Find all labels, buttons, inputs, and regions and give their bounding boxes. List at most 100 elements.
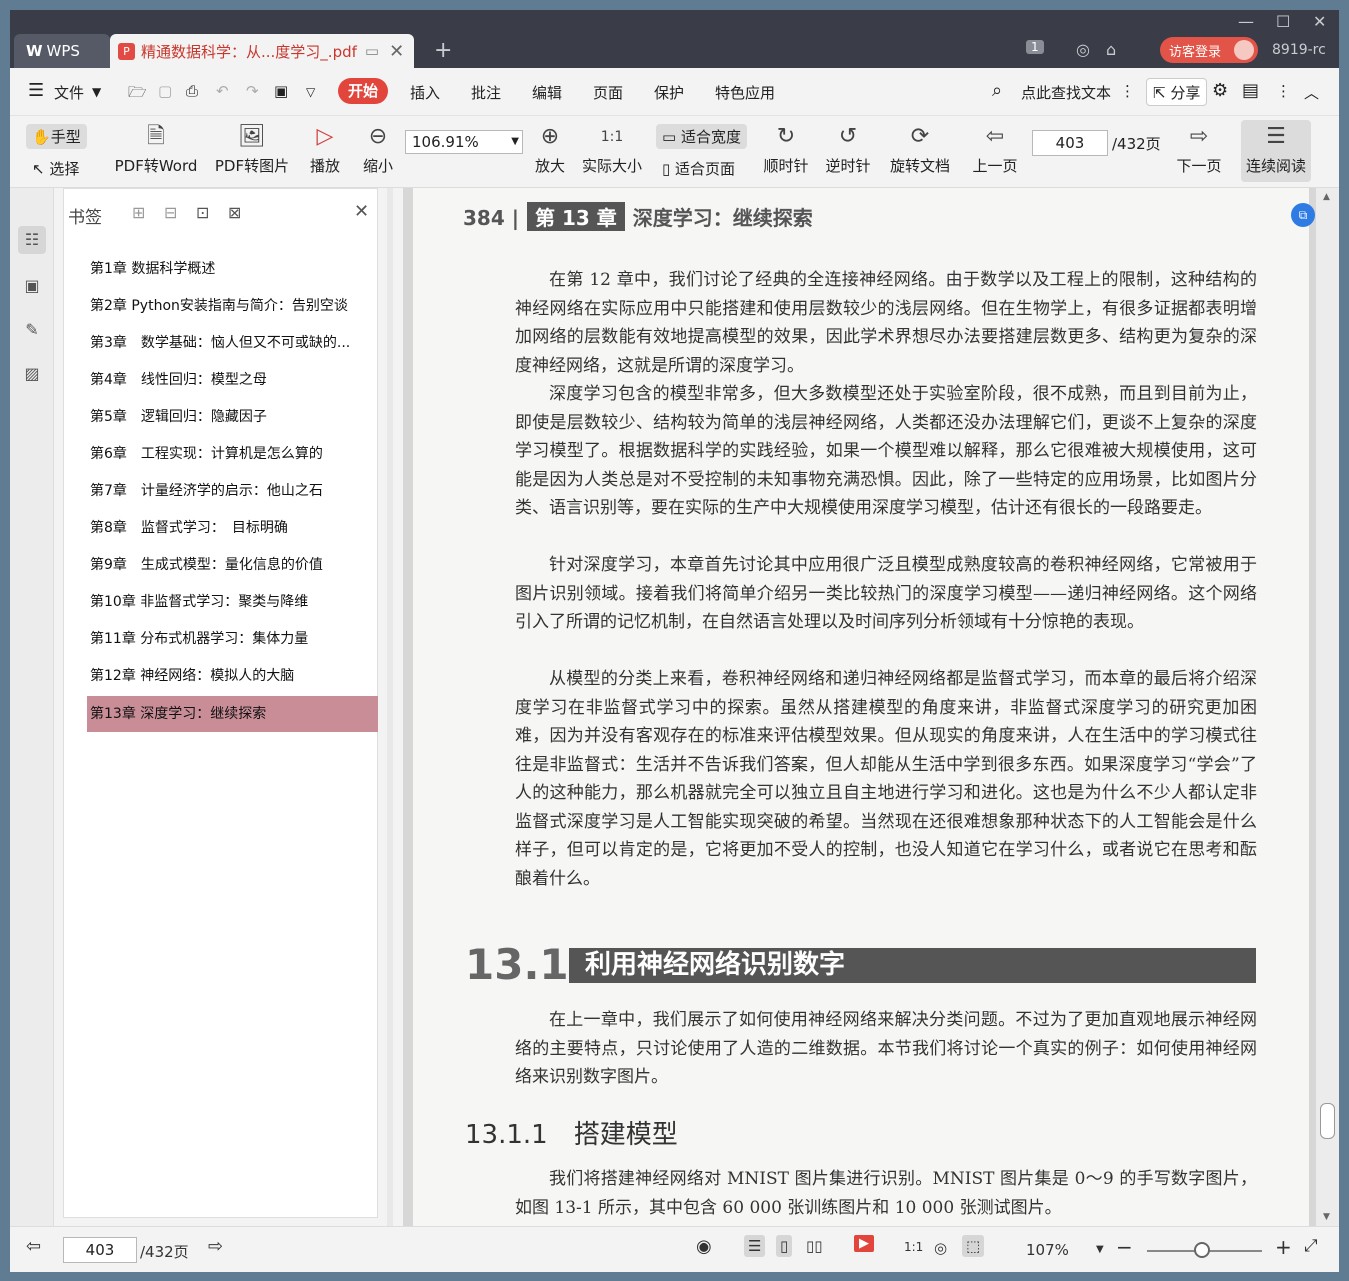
export-image-icon[interactable]: ▣ — [274, 82, 288, 100]
cloud-icon[interactable]: ◎ — [1076, 40, 1090, 59]
single-page-view-icon[interactable]: ▯ — [776, 1235, 793, 1257]
bookmark-item[interactable]: 第7章 计量经济学的启示：他山之石 — [87, 474, 378, 508]
tab-wps-home[interactable]: W WPS — [14, 34, 110, 68]
hand-tool-button[interactable]: ✋手型 — [26, 124, 87, 149]
more-dropdown-icon[interactable]: ▽ — [306, 85, 315, 99]
bookmark-item[interactable]: 第2章 Python安装指南与简介：告别空谈 — [87, 289, 378, 323]
fit-page-status-icon[interactable]: ◎ — [934, 1239, 947, 1257]
search-icon[interactable]: ⌕ — [992, 80, 1002, 101]
chevron-down-icon[interactable]: ▼ — [92, 85, 101, 99]
rotate-document-button[interactable]: ⟳ 旋转文档 — [888, 122, 952, 176]
next-page-arrow-icon[interactable]: ⇨ — [208, 1236, 223, 1257]
settings-gear-icon[interactable]: ⚙ — [1212, 80, 1228, 101]
next-page-button[interactable]: ⇨ 下一页 — [1174, 122, 1224, 176]
shirt-icon[interactable]: ⌂ — [1106, 40, 1116, 59]
status-zoom-value[interactable]: 107% — [1026, 1241, 1069, 1259]
fullscreen-icon[interactable]: ⤢ — [1304, 1236, 1318, 1256]
bookmark-item[interactable]: 第3章 数学基础：恼人但又不可或缺的... — [87, 326, 378, 360]
zoom-in-button[interactable]: ⊕ 放大 — [532, 122, 568, 176]
image-extract-icon[interactable]: ▨ — [18, 360, 46, 388]
bookmark-item[interactable]: 第11章 分布式机器学习：集体力量 — [87, 622, 378, 656]
expand-all-icon[interactable]: ⊞ — [132, 203, 145, 222]
prev-page-arrow-icon[interactable]: ⇦ — [26, 1236, 41, 1257]
continuous-reading-button[interactable]: ☰ 连续阅读 — [1241, 120, 1311, 182]
previous-page-button[interactable]: ⇦ 上一页 — [970, 122, 1020, 176]
menu-start[interactable]: 开始 — [338, 78, 389, 104]
bookmark-item[interactable]: 第4章 线性回归：模型之母 — [87, 363, 378, 397]
select-tool-button[interactable]: ↖ 选择 — [32, 158, 79, 179]
print-icon[interactable]: ⎙ — [186, 82, 198, 100]
floating-tool-button[interactable]: ⧉ — [1291, 203, 1315, 227]
page-number-input[interactable]: 403 — [1032, 130, 1108, 156]
monitor-icon[interactable]: ▭ — [365, 42, 379, 60]
close-panel-icon[interactable]: ✕ — [354, 201, 369, 222]
document-viewer[interactable]: 384 | 第 13 章深度学习：继续探索 在第 12 章中，我们讨论了经典的全连… — [403, 188, 1339, 1226]
scrollbar-thumb[interactable] — [1320, 1103, 1335, 1139]
collapse-all-icon[interactable]: ⊟ — [164, 203, 177, 222]
bookmark-item[interactable]: 第5章 逻辑回归：隐藏因子 — [87, 400, 378, 434]
bookmark-item-selected[interactable]: 第13章 深度学习：继续探索 — [87, 696, 378, 732]
zoom-in-plus-icon[interactable]: + — [1275, 1235, 1292, 1259]
fit-page-button[interactable]: ▯ 适合页面 — [662, 158, 735, 179]
collapse-ribbon-icon[interactable]: ︿ — [1304, 82, 1319, 103]
actual-size-button[interactable]: 1:1 实际大小 — [580, 122, 644, 176]
tab-count-badge[interactable]: 1 — [1026, 40, 1044, 54]
fit-width-button[interactable]: ▭ 适合宽度 — [656, 124, 747, 149]
bookmark-list-icon[interactable]: ☷ — [18, 226, 46, 254]
menu-protect[interactable]: 保护 — [654, 82, 684, 103]
open-folder-icon[interactable]: 🗁 — [128, 82, 147, 107]
message-icon[interactable]: ▤ — [1242, 80, 1259, 101]
eye-protection-icon[interactable]: ◉ — [696, 1236, 712, 1257]
more-menu-icon[interactable]: ⋮ — [1276, 82, 1291, 100]
zoom-out-minus-icon[interactable]: − — [1116, 1235, 1133, 1259]
menu-insert[interactable]: 插入 — [410, 82, 440, 103]
fit-width-status-icon[interactable]: ⬚ — [962, 1235, 985, 1257]
zoom-dropdown-icon[interactable]: ▼ — [1096, 1244, 1104, 1255]
save-icon[interactable]: ▢ — [158, 82, 172, 100]
thumbnail-icon[interactable]: ▣ — [18, 272, 46, 300]
bookmark-item[interactable]: 第9章 生成式模型：量化信息的价值 — [87, 548, 378, 582]
share-button[interactable]: ⇱ 分享 — [1146, 78, 1208, 106]
play-button[interactable]: ▷ 播放 — [306, 122, 344, 176]
double-page-view-icon[interactable]: ▯▯ — [806, 1237, 823, 1255]
add-bookmark-icon[interactable]: ⊡ — [196, 203, 209, 222]
bookmark-item[interactable]: 第8章 监督式学习： 目标明确 — [87, 511, 378, 545]
scroll-down-icon[interactable]: ▼ — [1323, 1212, 1330, 1222]
close-window-icon[interactable]: ✕ — [1313, 12, 1326, 31]
menu-file[interactable]: 文件 — [54, 82, 84, 103]
bookmark-options-icon[interactable]: ⊠ — [228, 203, 241, 222]
minimize-icon[interactable]: — — [1238, 12, 1254, 31]
undo-icon[interactable]: ↶ — [216, 82, 229, 100]
redo-icon[interactable]: ↷ — [246, 82, 259, 100]
menu-comment[interactable]: 批注 — [471, 82, 501, 103]
bookmark-item[interactable]: 第12章 神经网络：模拟人的大脑 — [87, 659, 378, 693]
rotate-cw-button[interactable]: ↻ 顺时针 — [762, 122, 810, 176]
hamburger-menu-icon[interactable]: ☰ — [28, 80, 44, 101]
menu-page[interactable]: 页面 — [593, 82, 623, 103]
bookmark-item[interactable]: 第10章 非监督式学习：聚类与降维 — [87, 585, 378, 619]
zoom-out-button[interactable]: ⊖ 缩小 — [360, 122, 396, 176]
bookmark-item[interactable]: 第6章 工程实现：计算机是怎么算的 — [87, 437, 378, 471]
maximize-icon[interactable]: ☐ — [1276, 12, 1290, 31]
more-vertical-icon[interactable]: ⋮ — [1120, 82, 1135, 100]
find-text-input[interactable]: 点此查找文本 — [1021, 82, 1111, 103]
status-page-input[interactable]: 403 — [63, 1237, 137, 1263]
vertical-scrollbar[interactable]: ▲ ▼ — [1316, 188, 1339, 1226]
scroll-up-icon[interactable]: ▲ — [1323, 192, 1330, 202]
menu-edit[interactable]: 编辑 — [532, 82, 562, 103]
actual-size-status-icon[interactable]: 1:1 — [904, 1240, 923, 1254]
new-tab-icon[interactable]: + — [434, 38, 452, 63]
pdf-to-image-button[interactable]: 🖼 PDF转图片 — [214, 122, 290, 176]
pdf-to-word-button[interactable]: 🗎 PDF转Word — [114, 122, 198, 176]
slideshow-play-icon[interactable]: ▶ — [854, 1235, 874, 1252]
menu-features[interactable]: 特色应用 — [715, 82, 775, 103]
rotate-ccw-button[interactable]: ↺ 逆时针 — [824, 122, 872, 176]
zoom-select[interactable]: 106.91% ▼ — [405, 130, 523, 154]
panel-resize-handle[interactable] — [387, 188, 393, 1226]
bookmark-item[interactable]: 第1章 数据科学概述 — [87, 252, 378, 286]
tab-document[interactable]: P 精通数据科学：从...度学习_.pdf ▭ ✕ — [110, 34, 414, 68]
guest-login-button[interactable]: 访客登录 — [1160, 37, 1258, 63]
close-tab-icon[interactable]: ✕ — [389, 41, 404, 62]
annotation-icon[interactable]: ✎ — [18, 316, 46, 344]
continuous-view-icon[interactable]: ☰ — [744, 1235, 766, 1257]
